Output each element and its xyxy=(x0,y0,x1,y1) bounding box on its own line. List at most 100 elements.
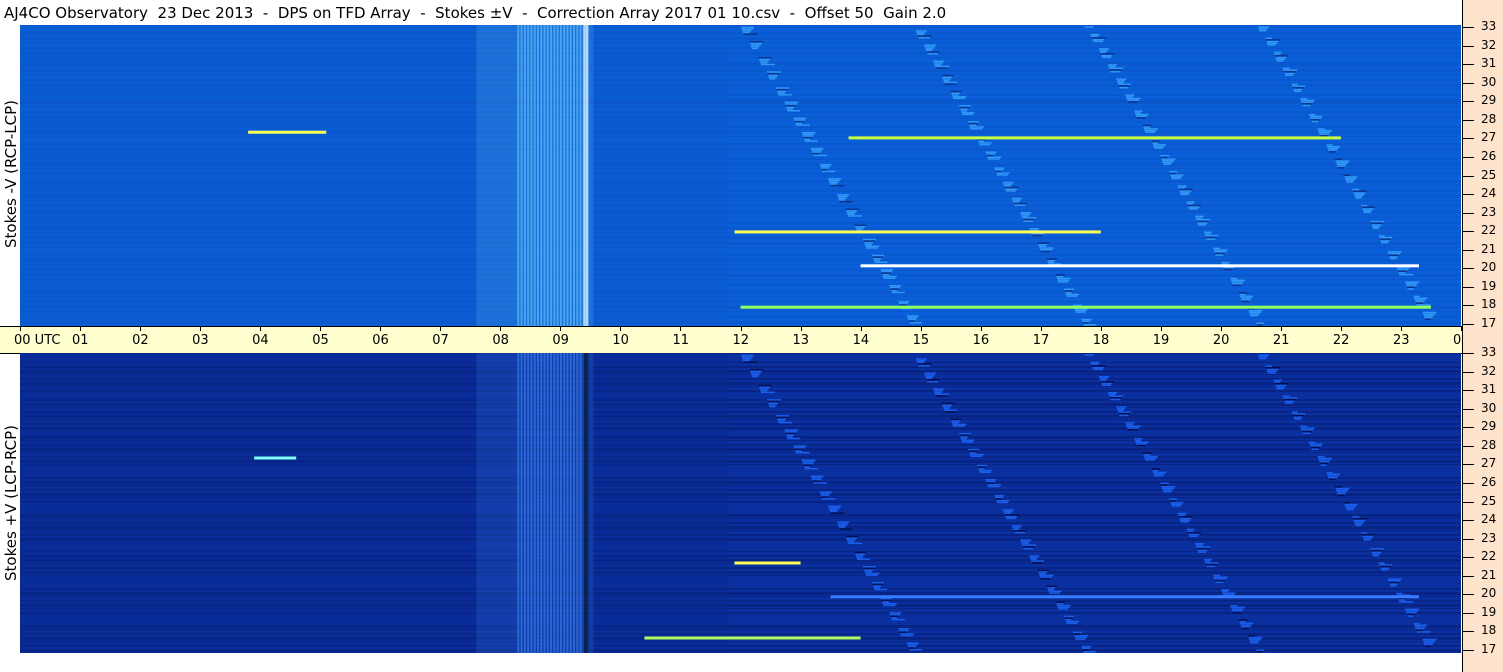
activity-speckle xyxy=(1074,309,1087,312)
activity-speckle xyxy=(924,374,935,376)
activity-speckle xyxy=(768,404,777,406)
activity-speckle xyxy=(786,106,795,109)
burst-stripe xyxy=(573,25,576,326)
activity-speckle xyxy=(1407,288,1414,290)
activity-speckle xyxy=(898,628,910,630)
activity-speckle xyxy=(1319,461,1330,463)
burst-stripe xyxy=(576,25,579,326)
frequency-tick-label: 30 xyxy=(1481,401,1497,415)
activity-speckle xyxy=(1317,455,1325,458)
activity-speckle xyxy=(1267,42,1278,44)
activity-speckle xyxy=(802,135,813,137)
activity-speckle xyxy=(1336,489,1349,491)
activity-speckle xyxy=(847,215,862,217)
activity-speckle xyxy=(820,167,829,169)
activity-speckle xyxy=(819,491,832,493)
activity-speckle xyxy=(944,81,958,84)
activity-speckle xyxy=(795,452,810,454)
activity-speckle xyxy=(1205,234,1219,237)
activity-speckle xyxy=(1238,292,1247,294)
activity-speckle xyxy=(1092,40,1103,43)
frequency-tick xyxy=(1462,576,1474,577)
activity-speckle xyxy=(1283,69,1298,71)
time-tick xyxy=(920,327,922,331)
frequency-tick-label: 25 xyxy=(1481,494,1497,508)
time-tick xyxy=(80,327,82,331)
activity-speckle xyxy=(1424,316,1433,319)
activity-speckle xyxy=(915,30,927,32)
activity-speckle xyxy=(1082,647,1091,650)
activity-speckle xyxy=(1055,601,1065,603)
activity-speckle xyxy=(1405,283,1418,285)
activity-speckle xyxy=(1258,354,1270,356)
activity-speckle xyxy=(979,143,991,146)
activity-speckle xyxy=(1406,611,1417,614)
activity-speckle xyxy=(1424,645,1431,647)
activity-speckle xyxy=(1011,525,1022,527)
activity-speckle xyxy=(943,79,950,82)
activity-speckle xyxy=(935,395,948,397)
frequency-tick-label: 28 xyxy=(1481,112,1497,126)
activity-speckle xyxy=(862,566,876,568)
activity-speckle xyxy=(1424,643,1433,646)
activity-speckle xyxy=(872,583,883,586)
activity-speckle xyxy=(1023,547,1034,550)
frequency-tick-label: 20 xyxy=(1481,260,1497,274)
activity-speckle xyxy=(1142,124,1152,127)
time-tick-label: 08 xyxy=(492,333,509,348)
activity-speckle xyxy=(1398,272,1406,274)
activity-speckle xyxy=(1134,439,1141,442)
activity-speckle xyxy=(786,434,795,436)
activity-speckle xyxy=(1134,110,1143,112)
activity-speckle xyxy=(909,649,923,651)
activity-speckle xyxy=(1169,170,1178,173)
activity-speckle xyxy=(1196,548,1209,550)
activity-speckle xyxy=(1143,126,1151,128)
frequency-tick xyxy=(1462,409,1474,410)
activity-speckle xyxy=(803,136,812,139)
activity-speckle xyxy=(1169,172,1176,175)
activity-speckle xyxy=(1065,620,1079,623)
activity-speckle xyxy=(933,388,945,390)
activity-speckle xyxy=(899,631,907,633)
activity-speckle xyxy=(1414,297,1428,299)
frequency-tick xyxy=(1462,120,1474,121)
activity-speckle xyxy=(1065,619,1072,621)
activity-speckle xyxy=(1177,185,1187,187)
time-tick xyxy=(680,327,682,331)
activity-speckle xyxy=(749,368,764,371)
activity-speckle xyxy=(1082,649,1089,651)
activity-speckle xyxy=(1327,473,1341,476)
activity-speckle xyxy=(1012,199,1021,201)
activity-speckle xyxy=(1171,177,1181,180)
activity-speckle xyxy=(1265,39,1280,41)
activity-speckle xyxy=(977,464,988,467)
activity-speckle xyxy=(1092,38,1105,41)
activity-speckle xyxy=(1372,553,1381,555)
activity-speckle xyxy=(1171,505,1181,507)
activity-speckle xyxy=(767,72,780,75)
activity-speckle xyxy=(829,181,839,184)
activity-speckle xyxy=(811,477,823,479)
activity-speckle xyxy=(926,377,933,380)
time-tick-label: 19 xyxy=(1152,333,1170,348)
activity-speckle xyxy=(1327,147,1339,150)
activity-speckle xyxy=(760,389,768,392)
activity-speckle xyxy=(822,498,836,500)
activity-speckle xyxy=(1327,475,1339,477)
activity-speckle xyxy=(1187,202,1194,205)
activity-speckle xyxy=(1170,501,1184,504)
activity-speckle xyxy=(1161,487,1174,490)
activity-speckle xyxy=(1005,190,1016,192)
activity-speckle xyxy=(785,104,796,107)
activity-speckle xyxy=(1180,192,1191,194)
activity-speckle xyxy=(1291,83,1298,86)
activity-speckle xyxy=(839,200,853,203)
activity-speckle xyxy=(1057,606,1070,608)
activity-speckle xyxy=(970,127,983,130)
activity-speckle xyxy=(1029,557,1038,559)
activity-speckle xyxy=(1195,542,1205,545)
activity-speckle xyxy=(1423,313,1436,315)
activity-speckle xyxy=(1370,549,1383,552)
activity-speckle xyxy=(1256,322,1265,324)
